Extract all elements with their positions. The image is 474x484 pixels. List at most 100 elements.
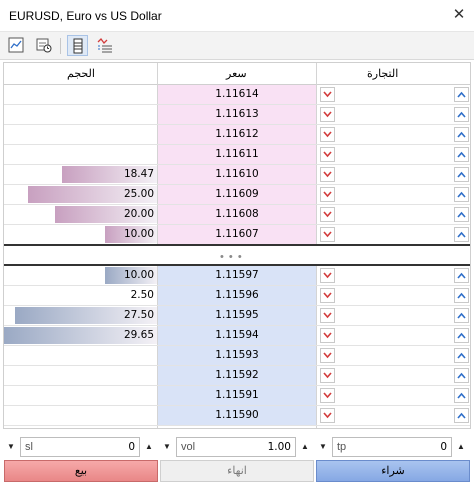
buy-limit-chevron-up-icon[interactable] <box>454 348 469 363</box>
chevron-up-icon <box>457 332 466 339</box>
trade-column-header: التجارة <box>367 68 399 80</box>
sell-limit-chevron-down-icon[interactable] <box>320 227 335 242</box>
chevron-down-icon <box>323 191 332 198</box>
chevron-up-icon <box>457 292 466 299</box>
spread-marker: • • • <box>220 251 243 263</box>
buy-limit-chevron-up-icon[interactable] <box>454 207 469 222</box>
price-cell: 1.11608 <box>158 205 316 224</box>
sell-button[interactable]: بيع <box>4 460 158 482</box>
bid-row: 2.50 1.11596 <box>4 286 470 306</box>
buy-limit-chevron-up-icon[interactable] <box>454 328 469 343</box>
volume-value: 27.50 <box>123 309 154 321</box>
price-value: 1.11614 <box>215 88 259 100</box>
price-value: 1.11613 <box>215 108 259 120</box>
buy-limit-chevron-up-icon[interactable] <box>454 308 469 323</box>
ask-row: 10.00 1.11607 <box>4 225 470 245</box>
chevron-up-icon <box>457 91 466 98</box>
tick-chart-icon[interactable] <box>95 35 116 56</box>
buy-limit-chevron-up-icon[interactable] <box>454 187 469 202</box>
action-buttons: بيع انهاء شراء <box>0 460 474 482</box>
price-value: 1.11607 <box>215 228 259 240</box>
volume-cell: 10.00 <box>4 225 157 244</box>
buy-limit-chevron-up-icon[interactable] <box>454 147 469 162</box>
sell-limit-chevron-down-icon[interactable] <box>320 308 335 323</box>
chevron-down-icon <box>323 91 332 98</box>
volume-cell <box>4 406 157 425</box>
buy-limit-chevron-up-icon[interactable] <box>454 268 469 283</box>
buy-limit-chevron-up-icon[interactable] <box>454 127 469 142</box>
price-cell: 1.11613 <box>158 105 316 124</box>
volume-value: 2.50 <box>130 289 154 301</box>
chevron-up-icon <box>457 131 466 138</box>
price-value: 1.11596 <box>215 289 259 301</box>
volume-field[interactable]: vol 1.00 <box>176 437 296 457</box>
sell-limit-chevron-down-icon[interactable] <box>320 207 335 222</box>
sell-limit-chevron-down-icon[interactable] <box>320 288 335 303</box>
table-header: الحجم سعر التجارة <box>4 63 470 85</box>
depth-of-market-icon[interactable] <box>67 35 88 56</box>
chart-icon[interactable] <box>6 35 27 56</box>
title-bar: EURUSD, Euro vs US Dollar ✕ <box>0 0 474 32</box>
bid-row: 29.65 1.11594 <box>4 326 470 346</box>
tp-decrease-button[interactable]: ▼ <box>316 437 330 457</box>
sell-limit-chevron-down-icon[interactable] <box>320 388 335 403</box>
sell-limit-chevron-down-icon[interactable] <box>320 147 335 162</box>
volume-cell: 25.00 <box>4 185 157 204</box>
sl-field[interactable]: sl 0 <box>20 437 140 457</box>
sell-limit-chevron-down-icon[interactable] <box>320 167 335 182</box>
buy-limit-chevron-up-icon[interactable] <box>454 388 469 403</box>
chevron-down-icon <box>323 171 332 178</box>
sell-limit-chevron-down-icon[interactable] <box>320 368 335 383</box>
sell-limit-chevron-down-icon[interactable] <box>320 408 335 423</box>
volume-cell <box>4 105 157 124</box>
price-value: 1.11592 <box>215 369 259 381</box>
buy-limit-chevron-up-icon[interactable] <box>454 167 469 182</box>
tp-field[interactable]: tp 0 <box>332 437 452 457</box>
price-cell: 1.11593 <box>158 346 316 365</box>
price-cell: 1.11595 <box>158 306 316 325</box>
buy-limit-chevron-up-icon[interactable] <box>454 107 469 122</box>
volume-value: 20.00 <box>123 208 154 220</box>
buy-button[interactable]: شراء <box>316 460 470 482</box>
price-cell: 1.11594 <box>158 326 316 345</box>
sell-limit-chevron-down-icon[interactable] <box>320 187 335 202</box>
vol-decrease-button[interactable]: ▼ <box>160 437 174 457</box>
price-value: 1.11611 <box>215 148 259 160</box>
volume-cell: 10.00 <box>4 266 157 285</box>
clock-chart-icon[interactable] <box>34 35 55 56</box>
tp-increase-button[interactable]: ▲ <box>454 437 468 457</box>
price-cell: 1.11596 <box>158 286 316 305</box>
sell-limit-chevron-down-icon[interactable] <box>320 127 335 142</box>
sell-limit-chevron-down-icon[interactable] <box>320 107 335 122</box>
volume-cell: 2.50 <box>4 286 157 305</box>
sell-limit-chevron-down-icon[interactable] <box>320 268 335 283</box>
tp-label: tp <box>337 441 347 453</box>
chevron-up-icon <box>457 171 466 178</box>
sl-decrease-button[interactable]: ▼ <box>4 437 18 457</box>
buy-limit-chevron-up-icon[interactable] <box>454 408 469 423</box>
buy-limit-chevron-up-icon[interactable] <box>454 288 469 303</box>
chevron-down-icon <box>323 372 332 379</box>
buy-limit-chevron-up-icon[interactable] <box>454 87 469 102</box>
sell-limit-chevron-down-icon[interactable] <box>320 87 335 102</box>
sl-increase-button[interactable]: ▲ <box>142 437 156 457</box>
vol-increase-button[interactable]: ▲ <box>298 437 312 457</box>
chevron-up-icon <box>457 111 466 118</box>
ask-row: 1.11611 <box>4 145 470 165</box>
close-icon[interactable]: ✕ <box>452 7 466 22</box>
chevron-down-icon <box>323 211 332 218</box>
volume-value: 10.00 <box>123 228 154 240</box>
sell-limit-chevron-down-icon[interactable] <box>320 348 335 363</box>
price-value: 1.11595 <box>215 309 259 321</box>
price-value: 1.11594 <box>215 329 259 341</box>
price-cell: 1.11611 <box>158 145 316 164</box>
bid-row: 1.11591 <box>4 386 470 406</box>
sell-limit-chevron-down-icon[interactable] <box>320 328 335 343</box>
ask-row: 25.00 1.11609 <box>4 185 470 205</box>
chevron-down-icon <box>323 131 332 138</box>
toolbar-separator <box>60 38 61 54</box>
close-position-button[interactable]: انهاء <box>160 460 314 482</box>
buy-limit-chevron-up-icon[interactable] <box>454 227 469 242</box>
buy-limit-chevron-up-icon[interactable] <box>454 368 469 383</box>
chevron-up-icon <box>457 412 466 419</box>
